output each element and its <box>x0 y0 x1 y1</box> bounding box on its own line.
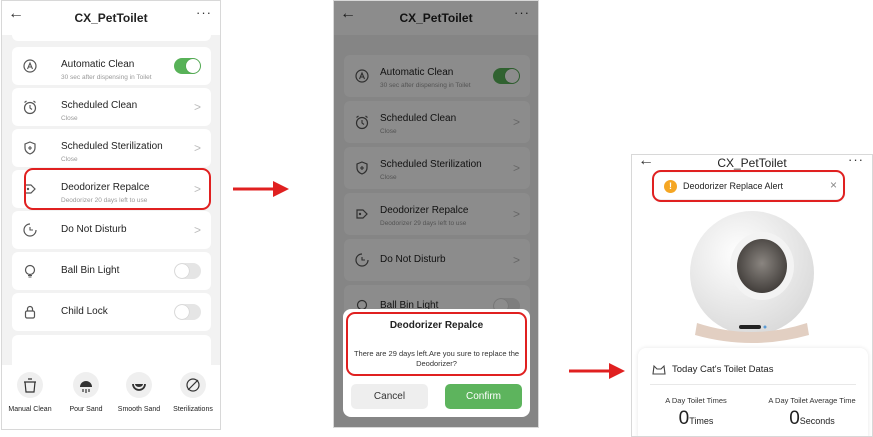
times-number: 0 <box>678 408 690 429</box>
more-options-icon[interactable]: ··· <box>848 155 864 167</box>
setting-do-not-disturb[interactable]: Do Not Disturb > <box>12 211 211 249</box>
avg-time-value: 0Seconds <box>762 408 862 430</box>
action-label: Smooth Sand <box>117 406 161 413</box>
cat-icon <box>652 364 666 375</box>
setting-scheduled-clean[interactable]: Scheduled Clean Close > <box>12 88 211 126</box>
setting-title: Ball Bin Light <box>61 265 120 276</box>
page-title: CX_PetToilet <box>74 11 148 25</box>
shield-icon <box>24 141 36 155</box>
screen-device-home: ← CX_PetToilet ··· ! Deodorizer Replace … <box>631 154 873 437</box>
times-value: 0Times <box>646 408 746 430</box>
setting-title: Scheduled Clean <box>61 100 138 111</box>
more-options-icon[interactable]: ··· <box>196 5 212 20</box>
setting-ball-bin-light[interactable]: Ball Bin Light <box>12 252 211 290</box>
smooth-sand-button[interactable]: Smooth Sand <box>114 372 164 413</box>
lock-icon <box>24 305 36 319</box>
confirm-button[interactable]: Confirm <box>445 384 522 409</box>
pour-sand-button[interactable]: Pour Sand <box>61 372 111 413</box>
times-label: A Day Toilet Times <box>665 396 727 405</box>
screen-settings: ← CX_PetToilet ··· Automatic Clean 30 se… <box>1 0 221 430</box>
setting-title: Child Lock <box>61 306 108 317</box>
highlight-dialog <box>346 312 527 376</box>
arrow-right-icon <box>569 363 625 379</box>
setting-title: Do Not Disturb <box>61 224 127 235</box>
alarm-clock-icon <box>23 100 37 115</box>
smooth-sand-icon <box>126 372 152 398</box>
bottom-action-bar: Manual Clean Pour Sand Smooth Sand Steri… <box>2 365 220 429</box>
setting-scheduled-sterilization[interactable]: Scheduled Sterilization Close > <box>12 129 211 167</box>
setting-child-lock[interactable]: Child Lock <box>12 293 211 331</box>
setting-subtitle: 30 sec after dispensing in Toilet <box>61 74 152 81</box>
automatic-clean-toggle[interactable] <box>174 58 201 74</box>
sterilizations-button[interactable]: Sterilizations <box>168 372 218 413</box>
setting-title: Scheduled Sterilization <box>61 141 163 152</box>
chevron-right-icon: > <box>193 223 201 237</box>
action-label: Sterilizations <box>173 406 213 413</box>
highlight-alert <box>652 170 845 202</box>
child-lock-toggle[interactable] <box>174 304 201 320</box>
setting-subtitle: Close <box>61 156 78 163</box>
avg-time-label: A Day Toilet Average Time <box>768 396 856 405</box>
pour-sand-icon <box>73 372 99 398</box>
moon-timer-icon <box>23 223 37 237</box>
setting-automatic-clean[interactable]: Automatic Clean 30 sec after dispensing … <box>12 47 211 85</box>
highlight-deodorizer <box>24 168 211 210</box>
times-unit: Times <box>689 416 714 426</box>
avg-time-number: 0 <box>789 408 800 429</box>
header: ← CX_PetToilet ··· <box>632 155 872 171</box>
sterilize-icon <box>180 372 206 398</box>
datas-heading: Today Cat's Toilet Datas <box>672 364 774 375</box>
next-card-partial <box>12 335 211 365</box>
action-label: Pour Sand <box>69 406 103 413</box>
auto-clean-icon <box>23 59 37 73</box>
page-title: CX_PetToilet <box>717 156 787 170</box>
manual-clean-button[interactable]: Manual Clean <box>5 372 55 413</box>
chevron-right-icon: > <box>193 141 201 155</box>
ball-bin-light-toggle[interactable] <box>174 263 201 279</box>
action-label: Manual Clean <box>8 406 52 413</box>
setting-title: Automatic Clean <box>61 59 135 70</box>
pet-toilet-device-image <box>690 211 814 343</box>
cancel-button[interactable]: Cancel <box>351 384 428 409</box>
avg-time-unit: Seconds <box>799 416 835 426</box>
today-toilet-datas-card: Today Cat's Toilet Datas A Day Toilet Ti… <box>638 348 868 436</box>
arrow-right-icon <box>233 181 289 197</box>
light-bulb-icon <box>24 264 36 278</box>
screen-replace-dialog: ← CX_PetToilet ··· Automatic Clean 30 se… <box>333 0 539 428</box>
trash-bin-icon <box>17 372 43 398</box>
setting-subtitle: Close <box>61 115 78 122</box>
previous-card-partial <box>12 25 211 41</box>
divider <box>650 384 856 385</box>
chevron-right-icon: > <box>193 100 201 114</box>
